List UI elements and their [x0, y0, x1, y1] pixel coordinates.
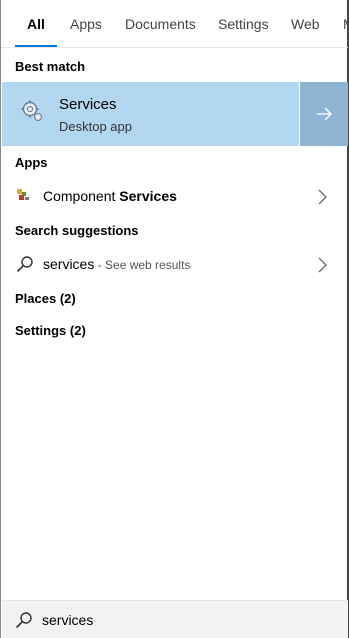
settings-header[interactable]: Settings (2) [15, 323, 86, 338]
tab-all[interactable]: All [15, 0, 57, 47]
chevron-right-icon[interactable] [317, 189, 327, 210]
app-result-label: Component Services [43, 188, 177, 204]
web-suggestion-label: services - See web results [43, 256, 191, 272]
apps-header: Apps [15, 155, 48, 170]
search-input[interactable] [42, 609, 332, 631]
chevron-right-icon[interactable] [317, 257, 327, 278]
tab-apps[interactable]: Apps [70, 0, 102, 47]
search-icon [16, 255, 34, 273]
component-services-icon [16, 188, 34, 206]
best-match-result: Services Desktop app [2, 82, 348, 146]
search-icon [15, 611, 33, 634]
best-match-header: Best match [15, 59, 86, 74]
web-suggestion-item[interactable]: services - See web results [2, 248, 348, 282]
tab-web[interactable]: Web [291, 0, 320, 47]
best-match-subtitle: Desktop app [59, 119, 132, 134]
search-panel: All Apps Documents Settings Web M Best m… [0, 0, 349, 638]
services-gear-icon [20, 99, 44, 123]
best-match-expand-button[interactable] [299, 82, 348, 146]
tab-documents[interactable]: Documents [125, 0, 196, 47]
tab-settings[interactable]: Settings [218, 0, 269, 47]
filter-tabs: All Apps Documents Settings Web M [1, 0, 348, 48]
places-header[interactable]: Places (2) [15, 291, 76, 306]
best-match-title: Services [59, 96, 117, 113]
search-bar [2, 600, 348, 638]
tab-more[interactable]: M [343, 0, 348, 47]
arrow-right-icon [317, 107, 332, 121]
best-match-open[interactable]: Services Desktop app [2, 82, 298, 146]
app-result-component-services[interactable]: Component Services [2, 180, 348, 214]
search-suggestions-header: Search suggestions [15, 223, 139, 238]
